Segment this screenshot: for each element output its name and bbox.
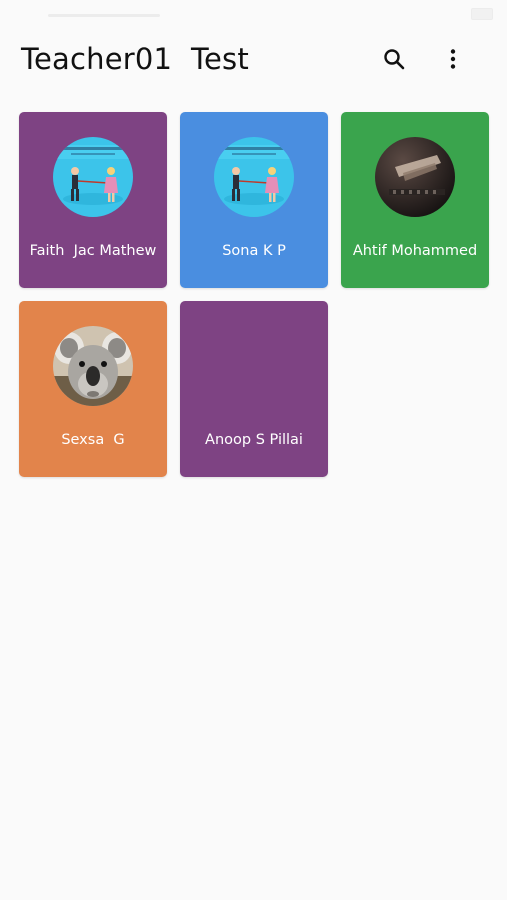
search-button[interactable] bbox=[377, 42, 411, 76]
student-card[interactable]: Sona K P bbox=[180, 112, 328, 288]
piano-hands-image bbox=[375, 137, 455, 217]
student-card[interactable]: Ahtif Mohammed bbox=[341, 112, 489, 288]
student-name: Anoop S Pillai bbox=[205, 432, 303, 448]
student-name: Sexsa G bbox=[61, 432, 125, 448]
student-name: Ahtif Mohammed bbox=[352, 243, 478, 259]
student-avatar bbox=[214, 137, 294, 217]
page-title: Teacher01 Test bbox=[21, 42, 249, 76]
app-header: Teacher01 Test bbox=[0, 28, 507, 92]
student-card[interactable]: Faith Jac Mathew bbox=[19, 112, 167, 288]
student-name: Sona K P bbox=[222, 243, 286, 259]
status-indicator bbox=[48, 14, 160, 17]
cartoon-couple-image bbox=[214, 137, 294, 217]
student-avatar bbox=[375, 137, 455, 217]
cartoon-couple-image bbox=[53, 137, 133, 217]
search-icon bbox=[384, 49, 405, 70]
student-avatar bbox=[53, 137, 133, 217]
student-name: Faith Jac Mathew bbox=[29, 243, 157, 259]
koala-image bbox=[53, 326, 133, 406]
status-bar bbox=[0, 0, 507, 28]
battery-icon bbox=[471, 8, 493, 20]
more-vertical-icon bbox=[450, 49, 456, 69]
more-options-button[interactable] bbox=[436, 42, 470, 76]
student-card[interactable]: Anoop S Pillai bbox=[180, 301, 328, 477]
student-avatar bbox=[53, 326, 133, 406]
student-card[interactable]: Sexsa G bbox=[19, 301, 167, 477]
